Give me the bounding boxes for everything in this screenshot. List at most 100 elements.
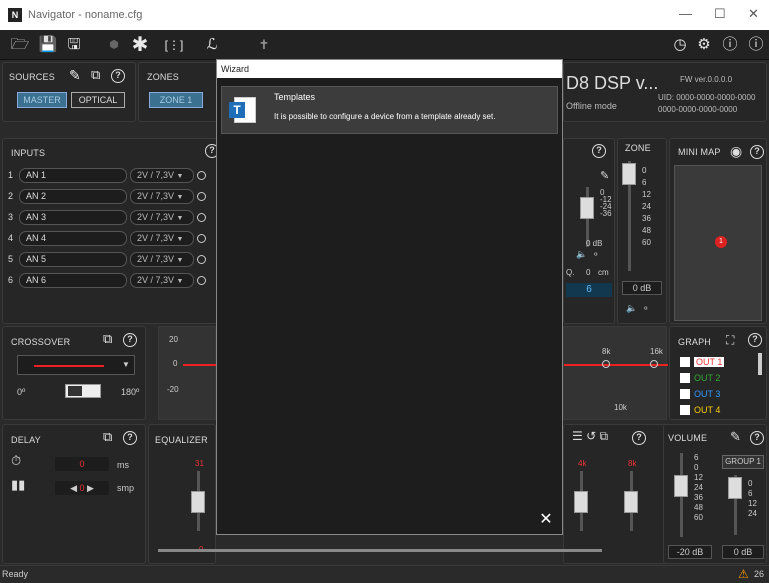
input-radio[interactable] [197, 171, 206, 180]
graph-help-icon[interactable]: ? [748, 333, 762, 347]
wizard-close-button[interactable]: ✕ [535, 510, 557, 530]
lock-icon[interactable]: ⬢ [104, 35, 124, 55]
freq-point-8k[interactable] [602, 360, 610, 368]
input-radio[interactable] [197, 276, 206, 285]
input-radio[interactable] [197, 192, 206, 201]
input-level-select[interactable]: 2V / 7,3V ▼ [130, 273, 194, 288]
asterisk-icon[interactable]: ✱ [130, 35, 150, 55]
input-name-field[interactable]: AN 1 [19, 168, 127, 183]
meter-phase-icon[interactable]: ⚬ [592, 249, 600, 260]
optical-button[interactable]: OPTICAL [71, 92, 125, 108]
device-status: Offline mode [566, 101, 617, 111]
input-name-field[interactable]: AN 5 [19, 252, 127, 267]
eq-scrollbar[interactable] [158, 549, 602, 552]
minimap-area[interactable]: 1 [674, 165, 762, 321]
maximize-button[interactable]: ☐ [714, 6, 726, 22]
input-name-field[interactable]: AN 3 [19, 210, 127, 225]
meter-edit-icon[interactable]: ✎ [600, 169, 609, 182]
meter-help-icon[interactable]: ? [592, 144, 606, 158]
crossover-graph-right: 8k 16k 10k [563, 326, 668, 420]
phase-slider-knob[interactable] [68, 386, 82, 396]
wand-icon[interactable]: ✝ [254, 35, 274, 55]
meter-mute-icon[interactable]: 🔈 [576, 249, 587, 260]
group-scale: 0 6 12 24 [748, 479, 757, 518]
meter-out-number[interactable]: 6 [566, 283, 612, 297]
chevron-down-icon: ▼ [176, 236, 184, 243]
volume-help-icon[interactable]: ? [750, 431, 764, 445]
info-icon[interactable]: ⓘ [746, 35, 766, 55]
zone-phase-icon[interactable]: ⚬ [642, 303, 650, 314]
axis-8k: 8k [602, 347, 611, 356]
input-level-select[interactable]: 2V / 7,3V ▼ [130, 252, 194, 267]
edit-icon[interactable]: ✎ [69, 67, 81, 84]
eq-help-icon[interactable]: ? [632, 431, 646, 445]
sources-help-icon[interactable]: ? [111, 69, 125, 83]
phase-slider[interactable] [65, 384, 101, 398]
speaker-marker[interactable]: 1 [715, 236, 727, 248]
minimap-help-icon[interactable]: ? [750, 145, 764, 159]
eq-8k-knob[interactable] [624, 491, 638, 513]
out-checkbox[interactable] [680, 389, 690, 399]
freq-point-16k[interactable] [650, 360, 658, 368]
zone-fader-knob[interactable] [622, 163, 636, 185]
out-checkbox[interactable] [680, 357, 690, 367]
meter-fader-knob[interactable] [580, 197, 594, 219]
firmware-version: FW ver.0.0.0.0 [680, 75, 733, 84]
input-radio[interactable] [197, 213, 206, 222]
delay-smp-stepper[interactable]: ◀ 0 ▶ [55, 481, 109, 495]
zone-mute-icon[interactable]: 🔈 [626, 303, 637, 314]
crossover-filter-line [34, 365, 104, 367]
warning-icon[interactable]: ⚠ [738, 567, 749, 581]
input-level-select[interactable]: 2V / 7,3V ▼ [130, 189, 194, 204]
clock-icon[interactable]: ◷ [670, 35, 690, 55]
eq-band-8k: 8k [628, 459, 637, 468]
input-level-select[interactable]: 2V / 7,3V ▼ [130, 231, 194, 246]
templates-option[interactable]: T Templates It is possible to configure … [221, 86, 558, 134]
input-name-field[interactable]: AN 4 [19, 231, 127, 246]
save-as-icon[interactable]: 🖫 [64, 35, 84, 55]
help-icon[interactable]: ⓘ [720, 35, 740, 55]
delay-ms-value[interactable]: 0 [55, 457, 109, 471]
master-button[interactable]: MASTER [17, 92, 67, 108]
input-level-select[interactable]: 2V / 7,3V ▼ [130, 168, 194, 183]
delay-help-icon[interactable]: ? [123, 431, 137, 445]
input-name-field[interactable]: AN 6 [19, 273, 127, 288]
response-line-left [183, 364, 217, 366]
minimize-button[interactable]: — [679, 6, 692, 21]
close-window-button[interactable]: ✕ [748, 6, 759, 22]
eq-fader-knob[interactable] [191, 491, 205, 513]
input-level-select[interactable]: 2V / 7,3V ▼ [130, 210, 194, 225]
crossover-copy-icon[interactable]: ⧉ [103, 331, 112, 347]
expand-icon[interactable]: ⛶ [726, 333, 734, 348]
graph-scrollbar[interactable] [758, 353, 762, 375]
out-checkbox[interactable] [680, 405, 690, 415]
group-fader-knob[interactable] [728, 477, 742, 499]
crossover-help-icon[interactable]: ? [123, 333, 137, 347]
eq-tools-icons[interactable]: ☰ ↺ ⧉ [572, 429, 608, 444]
volume-panel: VOLUME ✎ ? 6 0 12 24 36 48 60 -20 dB GROUP 1 0… [663, 424, 767, 564]
templates-description: It is possible to configure a device fro… [274, 112, 496, 121]
volume-fader-knob[interactable] [674, 475, 688, 497]
out-checkbox[interactable] [680, 373, 690, 383]
axis-0: 0 [173, 359, 178, 368]
title-bar: N Navigator - noname.cfg — ☐ ✕ [0, 0, 769, 30]
copy-icon[interactable]: ⧉ [91, 67, 100, 83]
input-name-field[interactable]: AN 2 [19, 189, 127, 204]
crossover-filter-select[interactable]: ▼ [17, 355, 135, 375]
input-index: 1 [8, 170, 14, 180]
input-radio[interactable] [197, 255, 206, 264]
probe-icon[interactable]: ℒ [202, 35, 222, 55]
zone-scale: 0 6 12 24 36 48 60 [642, 166, 651, 247]
equalizer-right-panel: ☰ ↺ ⧉ ? 4k 8k [563, 424, 667, 564]
target-icon[interactable]: ◉ [730, 143, 742, 160]
gear-icon[interactable]: ⚙ [694, 35, 714, 55]
matrix-icon[interactable]: [⋮] [164, 35, 184, 55]
zone1-button[interactable]: ZONE 1 [149, 92, 203, 108]
save-icon[interactable]: 💾 [38, 35, 58, 55]
input-radio[interactable] [197, 234, 206, 243]
volume-edit-icon[interactable]: ✎ [730, 429, 741, 445]
group-button[interactable]: GROUP 1 [722, 455, 764, 469]
delay-copy-icon[interactable]: ⧉ [103, 429, 112, 445]
eq-4k-knob[interactable] [574, 491, 588, 513]
folder-open-icon[interactable]: 🗁 [10, 35, 30, 55]
